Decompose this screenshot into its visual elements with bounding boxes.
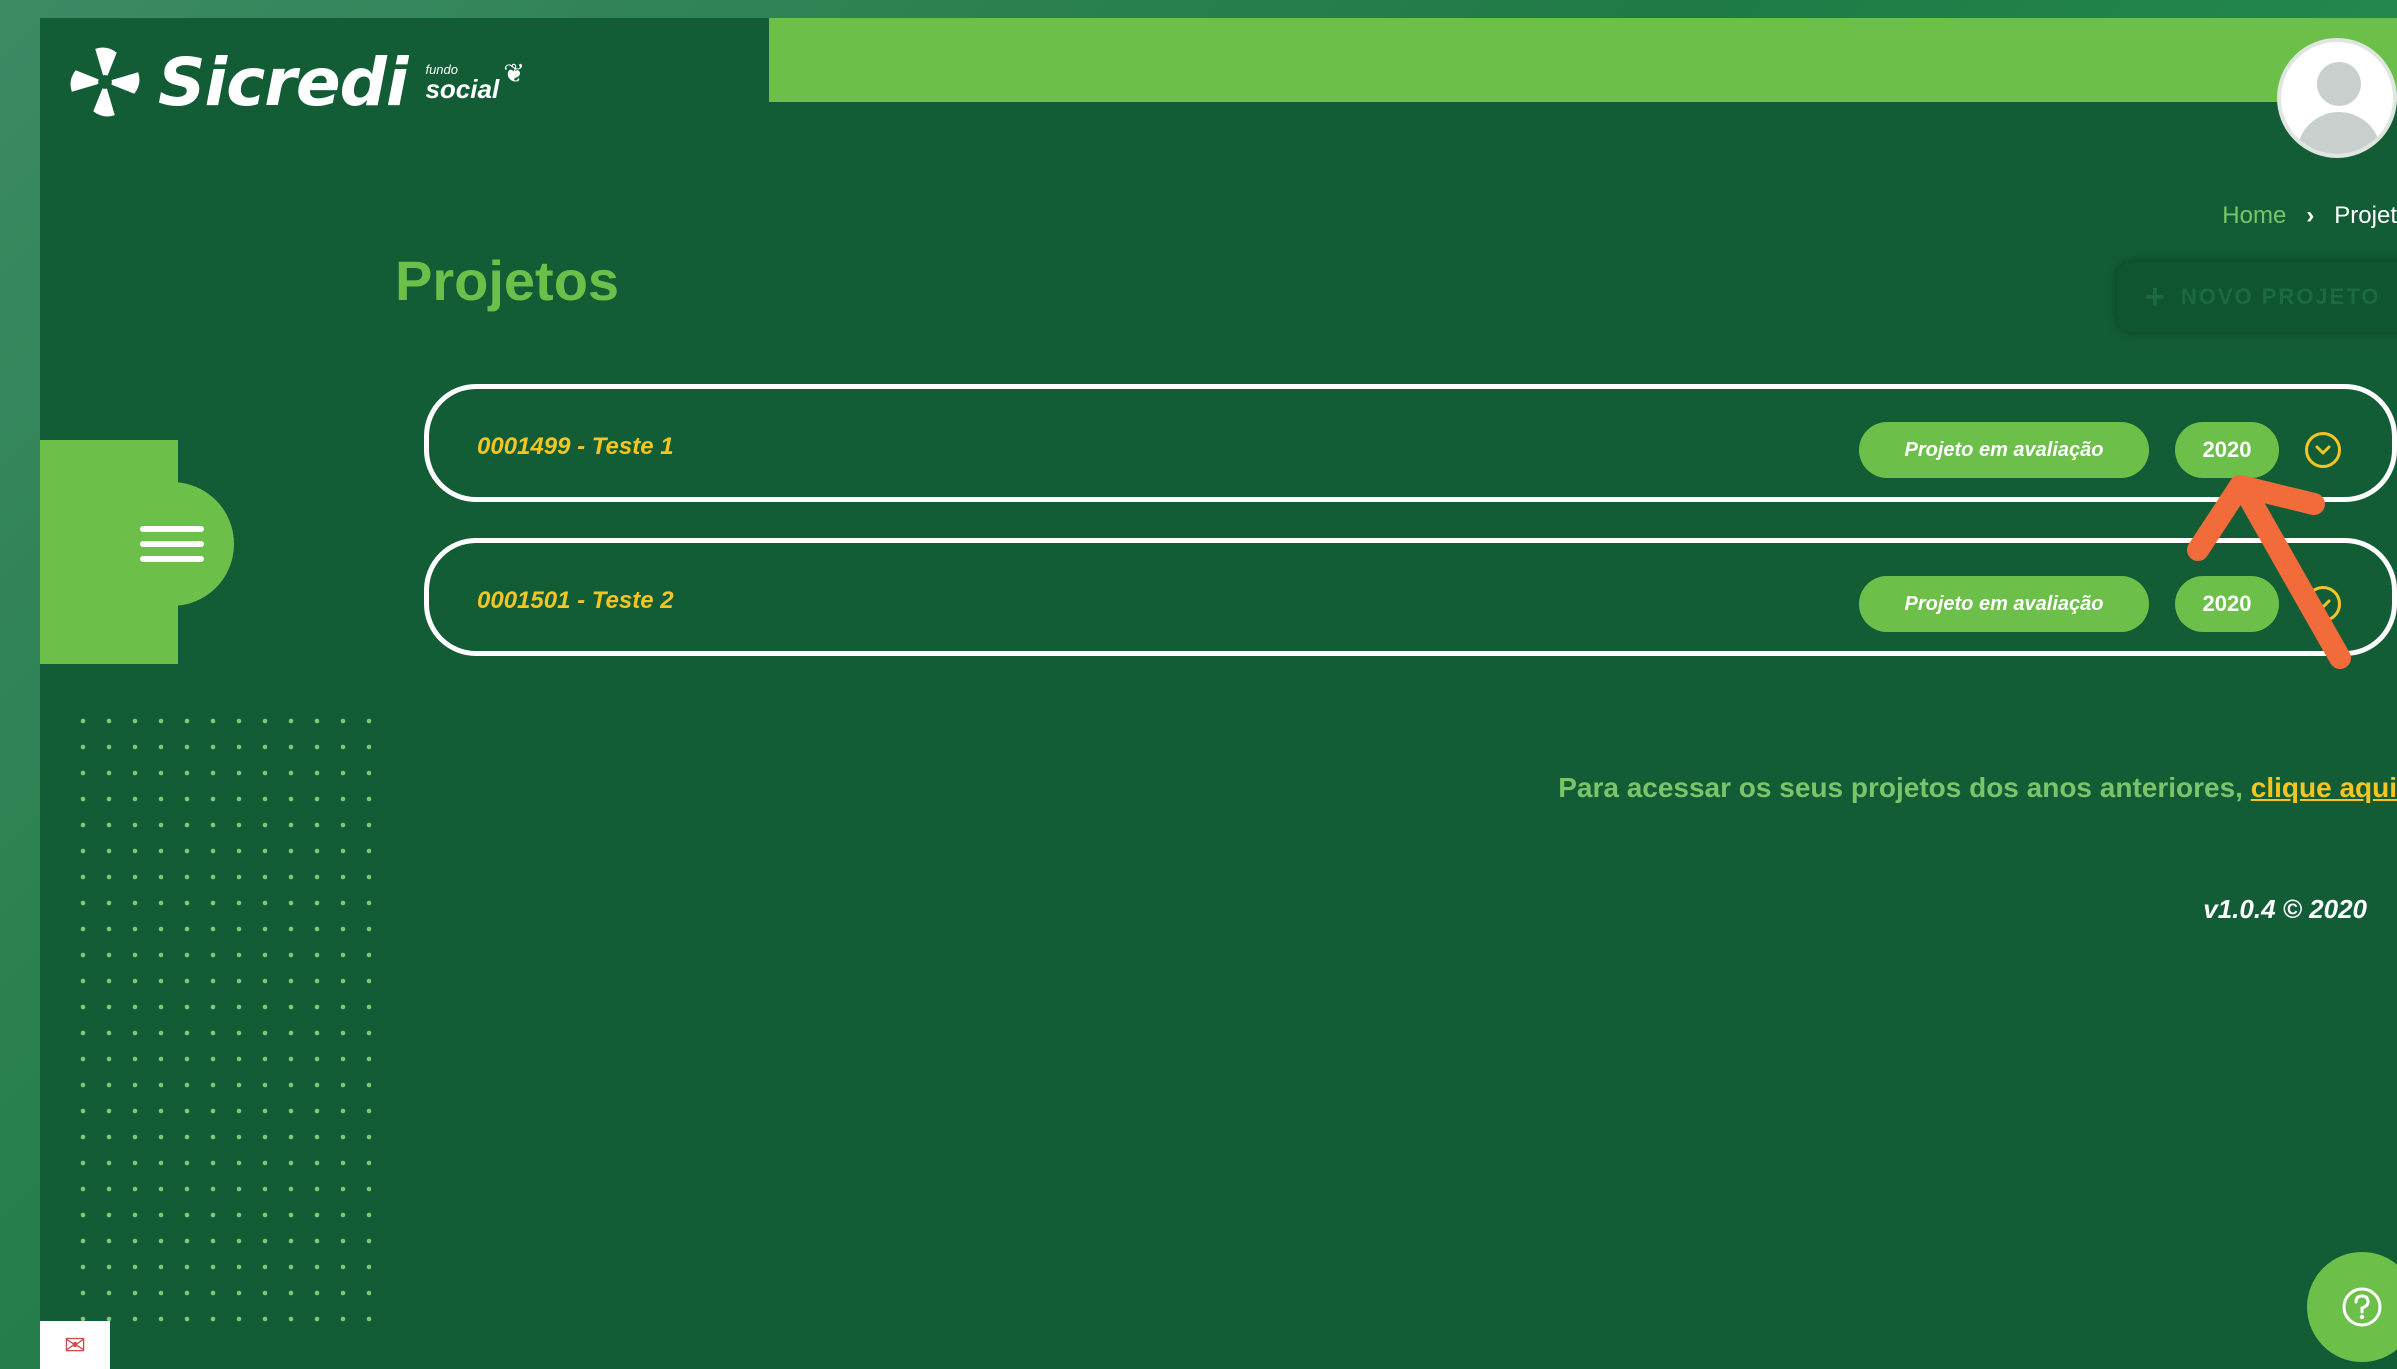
user-avatar[interactable] (2277, 38, 2397, 158)
sprout-icon: ❦ (503, 57, 525, 88)
top-bar (769, 18, 2397, 102)
brand-sub-bottom: social (425, 73, 500, 104)
sicredi-logo-icon (70, 47, 140, 117)
brand-subtitle: fundo social (425, 63, 499, 102)
dot-pattern (70, 708, 380, 1338)
brand-name: Sicredi (158, 43, 408, 121)
page-title: Projetos (395, 249, 620, 312)
project-row[interactable]: 0001499 - Teste 1 Projeto em avaliação 2… (424, 384, 2397, 502)
breadcrumb-home[interactable]: Home (2222, 202, 2286, 229)
breadcrumb-current: Projet (2334, 202, 2397, 229)
breadcrumb: Home › Projet (2222, 202, 2397, 230)
menu-icon (140, 526, 204, 532)
user-avatar-icon (2317, 62, 2361, 106)
app-frame: Sicredi fundo social ❦ Home › Projet Proje… (40, 18, 2397, 1369)
status-badge: Projeto em avaliação (1859, 422, 2149, 478)
previous-years-link[interactable]: clique aqui (2251, 772, 2397, 803)
brand-logo[interactable]: Sicredi fundo social ❦ (66, 42, 525, 122)
status-badge: Projeto em avaliação (1859, 576, 2149, 632)
version-label: v1.0.4 © 2020 (2203, 894, 2367, 924)
help-button[interactable] (2307, 1252, 2397, 1362)
breadcrumb-separator: › (2306, 202, 2315, 229)
previous-years-notice: Para acessar os seus projetos dos anos a… (1558, 772, 2397, 804)
project-title[interactable]: 0001499 - Teste 1 (477, 433, 674, 461)
menu-icon-line (140, 556, 204, 562)
bookmark-icon[interactable]: ✉ (40, 1321, 110, 1369)
arrow-annotation (2187, 475, 2351, 669)
notice-text: Para acessar os seus projetos dos anos a… (1558, 772, 2251, 803)
project-row[interactable]: 0001501 - Teste 2 Projeto em avaliação 2… (424, 538, 2397, 656)
user-avatar-body (2297, 112, 2381, 154)
plus-icon: + (2145, 277, 2167, 316)
new-project-label: NOVO PROJETO (2180, 284, 2381, 309)
project-title[interactable]: 0001501 - Teste 2 (477, 587, 674, 615)
menu-icon-line (140, 541, 204, 547)
help-icon (2342, 1287, 2382, 1327)
menu-button[interactable] (110, 482, 234, 606)
new-project-button[interactable]: + NOVO PROJETO (2117, 262, 2397, 332)
